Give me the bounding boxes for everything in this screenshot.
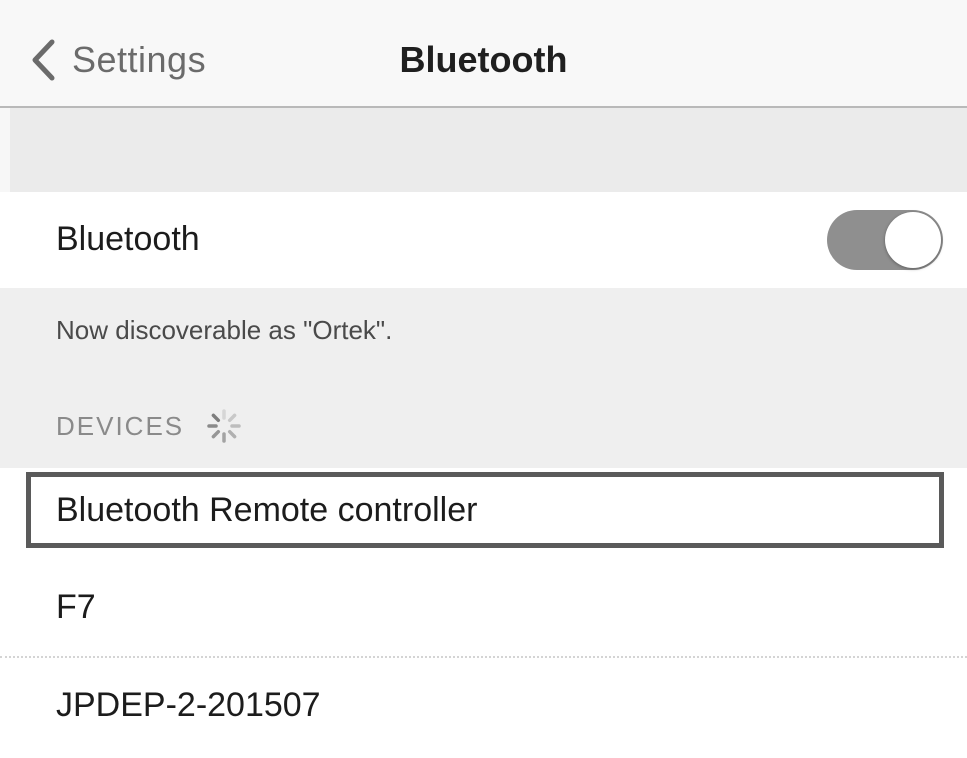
page-title: Bluetooth [399,39,568,80]
device-name: F7 [56,588,96,626]
spinner-icon [207,409,241,443]
bluetooth-settings-screen: Settings Bluetooth Bluetooth Now discove… [0,0,967,758]
bluetooth-toggle-label: Bluetooth [56,220,200,258]
toggle-knob [885,212,941,268]
device-list: Bluetooth Remote controller F7 JPDEP-2-2… [0,468,967,758]
navigation-bar: Settings Bluetooth [0,0,967,108]
device-item-jpdep-2-201507[interactable]: JPDEP-2-201507 [0,658,967,754]
device-item-f7[interactable]: F7 [0,560,967,658]
device-item-bluetooth-remote-controller[interactable]: Bluetooth Remote controller [26,472,944,548]
devices-header-label: DEVICES [56,411,185,441]
bluetooth-info-section: Now discoverable as "Ortek". DEVICES [0,288,967,468]
discoverable-status-text: Now discoverable as "Ortek". [56,315,393,345]
section-spacer [10,108,967,192]
devices-section-header: DEVICES [56,408,242,444]
bluetooth-toggle-switch[interactable] [827,210,943,270]
device-name: Bluetooth Remote controller [56,491,478,529]
bluetooth-toggle-row: Bluetooth [0,192,967,288]
device-name: JPDEP-2-201507 [56,686,321,724]
